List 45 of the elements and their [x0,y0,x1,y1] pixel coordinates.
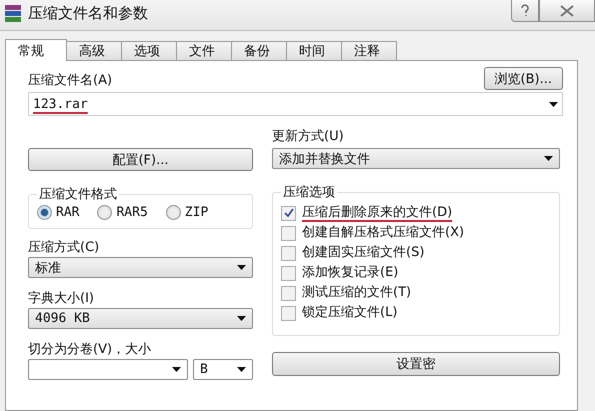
close-icon [560,4,574,16]
browse-button[interactable]: 浏览(B)... [484,67,563,90]
window-title: 压缩文件名和参数 [28,3,149,23]
format-radio[interactable]: ZIP [166,205,208,220]
group-title: 压缩选项 [282,184,336,201]
format-radio[interactable]: RAR5 [97,205,148,220]
field-label: 更新方式(U) [272,128,345,146]
dropdown-arrow-icon [549,102,558,106]
tab[interactable]: 备份 [231,41,287,61]
help-button[interactable] [511,0,539,22]
dropdown-arrow-icon [237,265,246,270]
close-button[interactable] [539,0,595,22]
option-checkbox[interactable]: 锁定压缩文件(L) [281,303,551,323]
option-checkbox[interactable]: 创建固实压缩文件(S) [281,243,551,263]
password-button[interactable]: 设置密 [272,352,560,376]
checkmark-icon [284,208,294,218]
dropdown-arrow-icon [237,367,246,372]
field-label: 压缩方式(C) [28,239,100,257]
archive-name-field[interactable]: 123.rar [28,92,563,116]
dictionary-size-dropdown[interactable]: 4096 KB [28,308,253,329]
field-label: 字典大小(I) [28,290,95,308]
compression-method-dropdown[interactable]: 标准 [28,257,253,278]
format-radio[interactable]: RAR [37,205,80,220]
help-icon [520,4,530,17]
group-title: 压缩文件格式 [38,186,118,203]
option-checkbox[interactable]: 压缩后删除原来的文件(D) [281,203,551,223]
tab[interactable]: 注释 [341,41,397,61]
tab[interactable]: 高级 [66,41,122,61]
tab[interactable]: 常规 [5,39,67,61]
tab[interactable]: 时间 [286,41,342,61]
tab[interactable]: 选项 [121,41,177,61]
unit-dropdown[interactable]: B [193,359,253,380]
field-label: 切分为分卷(V)，大小 [28,341,152,359]
option-checkbox[interactable]: 创建自解压格式压缩文件(X) [281,223,551,243]
dropdown-arrow-icon [172,367,181,372]
volume-size-field[interactable] [28,359,188,380]
profiles-button[interactable]: 配置(F)... [28,148,253,171]
update-mode-dropdown[interactable]: 添加并替换文件 [272,148,560,169]
dropdown-arrow-icon [544,156,553,161]
books-icon [4,4,22,24]
field-label: 压缩文件名(A) [28,72,112,90]
tab[interactable]: 文件 [176,41,232,61]
option-checkbox[interactable]: 添加恢复记录(E) [281,263,551,283]
dropdown-arrow-icon [237,316,246,321]
option-checkbox[interactable]: 测试压缩的文件(T) [281,283,551,303]
